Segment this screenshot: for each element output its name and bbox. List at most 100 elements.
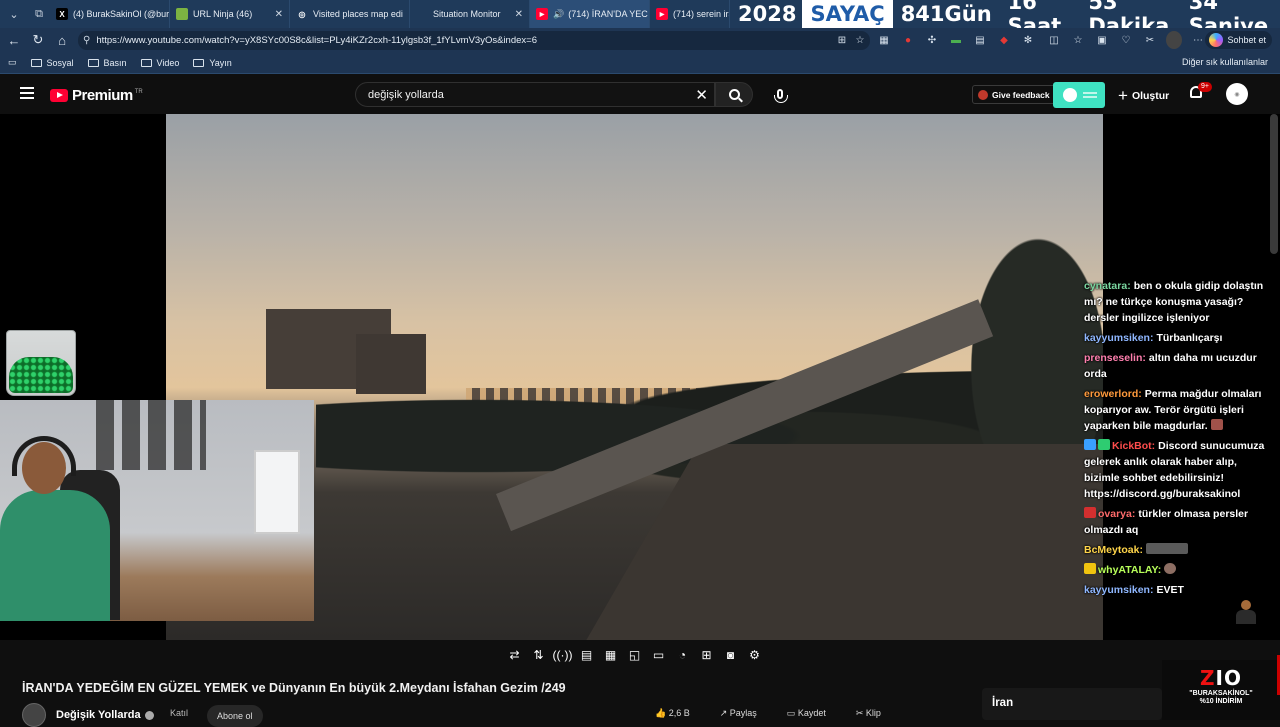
favorite-star-icon[interactable]: ☆ xyxy=(852,31,868,49)
countdown-seconds: 34 Saniye xyxy=(1180,0,1280,38)
notifications-button[interactable]: 9+ xyxy=(1190,82,1212,100)
more-menu-icon[interactable]: ⋯ xyxy=(1190,31,1206,49)
sponsor-logo: ZIO xyxy=(1200,666,1242,690)
extension-icon[interactable]: ◆ xyxy=(996,31,1012,49)
create-label: Oluştur xyxy=(1131,90,1170,102)
channel-row: Değişik Yollarda xyxy=(22,703,154,727)
bookmark-folder[interactable]: Yayın xyxy=(193,58,232,68)
bookmarks-toggle-icon[interactable]: ▭ xyxy=(8,57,17,68)
browser-tab[interactable]: ◎ Visited places map edi ✕ xyxy=(290,0,410,28)
reload-icon[interactable]: ↻ xyxy=(26,28,50,52)
chat-username: whyATALAY: xyxy=(1098,564,1162,576)
back-arrow-icon[interactable]: ← xyxy=(2,28,26,52)
moderator-badge-icon xyxy=(1084,439,1096,450)
search-input[interactable]: değişik yollarda ✕ xyxy=(355,82,715,107)
resize-icon[interactable]: ◱ xyxy=(626,646,643,663)
clear-search-icon[interactable]: ✕ xyxy=(695,86,708,104)
favorites-icon[interactable]: ☆ xyxy=(1070,31,1086,49)
extension-toggle[interactable] xyxy=(1053,82,1105,108)
webcam-overlay xyxy=(0,400,314,621)
chat-text: Türbanlıçarşı xyxy=(1156,332,1223,344)
green-beads xyxy=(9,357,73,393)
workspaces-icon[interactable]: ⧉ xyxy=(28,3,50,25)
channel-avatar[interactable] xyxy=(22,703,46,727)
split-screen-icon[interactable]: ◫ xyxy=(1046,31,1062,49)
account-avatar[interactable]: ◉ xyxy=(1226,83,1248,105)
site-info-icon[interactable]: ⚲ xyxy=(83,35,90,46)
brand-label: Premium xyxy=(72,87,133,104)
other-bookmarks[interactable]: Diğer sık kullanılanlar xyxy=(1182,57,1268,67)
broadcast-icon[interactable]: ((·)) xyxy=(553,646,573,663)
subscriber-badge-icon xyxy=(1084,507,1096,518)
tab-close-icon[interactable]: ✕ xyxy=(403,9,410,20)
ninja-icon xyxy=(176,8,188,20)
x-logo-icon: X xyxy=(56,8,68,20)
verified-icon xyxy=(144,710,154,720)
like-button[interactable]: 👍 2,6 B xyxy=(655,708,690,719)
bookmark-folder[interactable]: Sosyal xyxy=(30,57,74,68)
headphones-icon xyxy=(12,436,76,476)
page-scrollbar[interactable] xyxy=(1270,114,1278,254)
browser-tab[interactable]: Situation Monitor ✕ xyxy=(410,0,530,28)
browser-tab-active[interactable]: ▶ 🔊 (714) İRAN'DA YEC ✕ xyxy=(530,0,650,28)
clip-button[interactable]: ✂ Klip xyxy=(856,708,881,719)
other-bookmarks-label: Diğer sık kullanılanlar xyxy=(1181,57,1268,67)
youtube-logo[interactable]: Premium TR xyxy=(50,87,143,104)
audio-icon[interactable]: 🔊 xyxy=(553,9,564,20)
chat-message: cynatara: ben o okula gidip dolaştın mı? … xyxy=(1080,278,1280,330)
subtitles-icon[interactable]: ▭ xyxy=(650,646,667,663)
save-icon: ▭ xyxy=(786,708,798,718)
browser-tab[interactable]: X (4) BurakSakinOl (@bur ✕ xyxy=(50,0,170,28)
speed-icon[interactable]: ◔ xyxy=(674,646,691,663)
youtube-icon: ▶ xyxy=(656,8,668,20)
extension-icon[interactable]: ▦ xyxy=(876,31,892,49)
browser-tab[interactable]: URL Ninja (46) ✕ xyxy=(170,0,290,28)
bookmark-label: Sosyal xyxy=(46,57,74,68)
give-feedback-button[interactable]: Give feedback xyxy=(972,85,1057,104)
tab-close-icon[interactable]: ✕ xyxy=(269,9,283,20)
add-icon[interactable]: ⊞ xyxy=(698,646,715,663)
chat-username: erowerlord: xyxy=(1084,388,1142,400)
extensions-puzzle-icon[interactable]: ✻ xyxy=(1020,31,1036,49)
tab-list-chevron-icon[interactable]: ⌄ xyxy=(3,3,25,25)
settings-gear-icon[interactable]: ⚙ xyxy=(746,646,763,663)
screenshot-icon[interactable]: ✂ xyxy=(1142,31,1158,49)
extension-icon[interactable]: ● xyxy=(900,31,916,49)
sort-icon[interactable]: ⇅ xyxy=(530,646,547,663)
queue-icon[interactable]: ▤ xyxy=(578,646,595,663)
channel-name[interactable]: Değişik Yollarda xyxy=(56,709,141,721)
chat-message: kayyumsiken: Türbanlıçarşı xyxy=(1080,330,1280,350)
subscribe-button[interactable]: Abone ol xyxy=(207,705,263,727)
collections-icon[interactable]: ▣ xyxy=(1094,31,1110,49)
app-install-icon[interactable]: ⊞ xyxy=(834,31,850,49)
loop-icon[interactable]: ⇄ xyxy=(506,646,523,663)
search-button[interactable] xyxy=(715,82,753,107)
create-button[interactable]: + Oluştur xyxy=(1118,86,1169,106)
tab-close-icon[interactable]: ✕ xyxy=(509,9,523,20)
chat-message: BcMeytoak: xyxy=(1080,542,1280,562)
menu-icon[interactable] xyxy=(20,87,34,99)
extension-icon[interactable]: ✣ xyxy=(924,31,940,49)
bookmark-folder[interactable]: Video xyxy=(140,58,179,68)
save-button[interactable]: ▭ Kaydet xyxy=(787,708,826,719)
emote-icon xyxy=(1164,563,1177,574)
youtube-icon: ▶ xyxy=(536,8,548,20)
bookmark-folder[interactable]: Basın xyxy=(87,58,127,68)
url-field[interactable]: ⚲ https://www.youtube.com/watch?v=yX8SYc… xyxy=(78,31,870,50)
related-chip[interactable]: İran xyxy=(982,688,1162,720)
bookmarks-bar: ▭ Sosyal Basın Video Yayın Diğer sık kul… xyxy=(0,52,1280,74)
share-button[interactable]: ↗ Paylaş xyxy=(720,708,757,719)
browser-tab[interactable]: ▶ (714) serein irar xyxy=(650,0,730,28)
whiteboard xyxy=(254,450,300,534)
screenshot-icon[interactable]: ◙ xyxy=(722,646,739,663)
heart-icon[interactable]: ♡ xyxy=(1118,31,1134,49)
join-button[interactable]: Katıl xyxy=(170,708,188,718)
voice-search-button[interactable] xyxy=(770,82,790,106)
pixel-character-icon xyxy=(1236,600,1256,626)
copilot-button[interactable]: Sohbet et xyxy=(1205,31,1272,49)
home-icon[interactable]: ⌂ xyxy=(50,28,74,52)
cinema-icon[interactable]: ▦ xyxy=(602,646,619,663)
profile-avatar[interactable] xyxy=(1166,31,1182,49)
extension-icon[interactable]: ▤ xyxy=(972,31,988,49)
extension-icon[interactable]: ▬ xyxy=(948,31,964,49)
